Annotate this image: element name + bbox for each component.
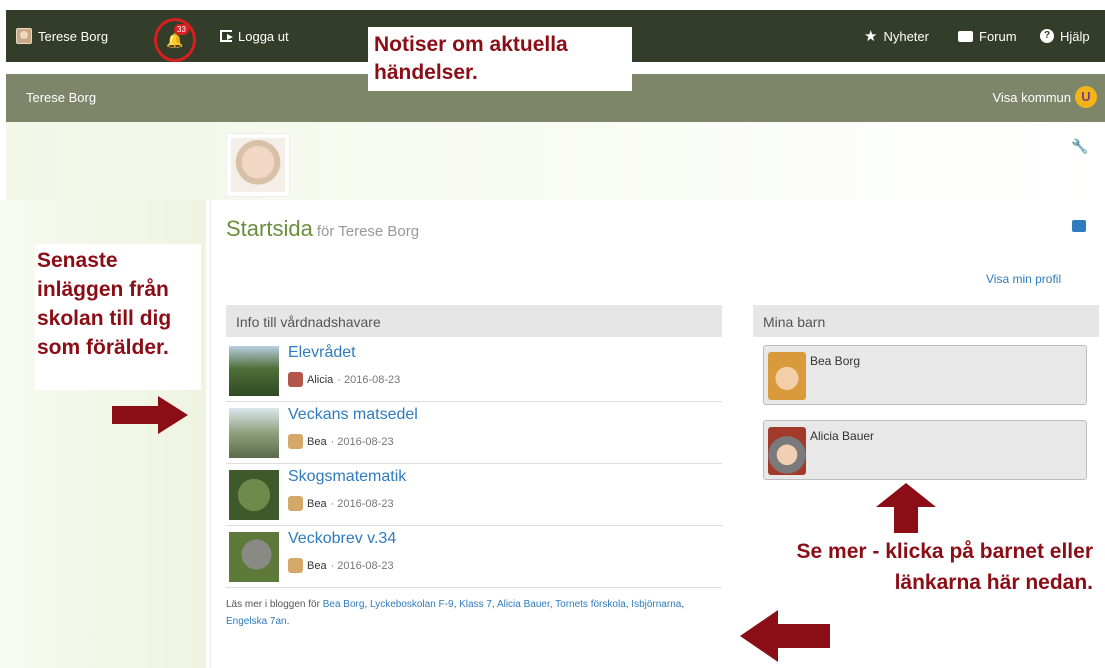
list-item[interactable]: Veckans matsedel Bea · 2016-08-23 xyxy=(226,402,722,464)
post-meta: Bea · 2016-08-23 xyxy=(288,558,394,573)
info-header-label: Info till vårdnadshavare xyxy=(236,314,381,330)
blog-link[interactable]: Klass 7 xyxy=(459,599,492,610)
forum-label: Forum xyxy=(979,28,1017,44)
help-link[interactable]: ? Hjälp xyxy=(1040,10,1090,62)
post-author: Bea xyxy=(307,435,327,448)
notifications-badge: 33 xyxy=(174,24,189,35)
post-title[interactable]: Veckobrev v.34 xyxy=(288,530,396,548)
page-title-for: för Terese Borg xyxy=(316,223,420,240)
blog-link[interactable]: Alicia Bauer xyxy=(497,599,550,610)
child-card[interactable]: Alicia Bauer xyxy=(763,420,1087,480)
post-date: · 2016-08-23 xyxy=(330,435,394,448)
post-date: · 2016-08-23 xyxy=(337,373,401,386)
forum-link[interactable]: Forum xyxy=(958,10,1017,62)
post-title[interactable]: Veckans matsedel xyxy=(288,406,418,424)
read-more-footer: Läs mer i bloggen för Bea Borg, Lyckebos… xyxy=(226,599,685,627)
wrench-icon[interactable]: 🔧 xyxy=(1071,138,1088,155)
info-header: Info till vårdnadshavare xyxy=(226,305,722,337)
post-meta: Bea · 2016-08-23 xyxy=(288,434,394,449)
author-avatar-icon xyxy=(288,496,303,511)
post-title[interactable]: Elevrådet xyxy=(288,344,356,362)
arrow-left-icon xyxy=(740,610,830,662)
star-icon: ★ xyxy=(864,28,878,45)
post-author: Bea xyxy=(307,497,327,510)
divider xyxy=(210,200,211,668)
children-header-label: Mina barn xyxy=(763,314,826,330)
help-label: Hjälp xyxy=(1060,28,1090,44)
show-municipality-link[interactable]: Visa kommun U xyxy=(992,86,1097,108)
blog-link[interactable]: Tornets förskola xyxy=(555,599,626,610)
post-meta: Alicia · 2016-08-23 xyxy=(288,372,400,387)
child-photo xyxy=(768,352,806,400)
author-avatar-icon xyxy=(288,558,303,573)
logout-label: Logga ut xyxy=(238,28,289,44)
post-thumbnail xyxy=(229,470,279,520)
blog-link[interactable]: Engelska 7an xyxy=(226,616,287,627)
post-date: · 2016-08-23 xyxy=(330,559,394,572)
list-item[interactable]: Elevrådet Alicia · 2016-08-23 xyxy=(226,340,722,402)
post-date: · 2016-08-23 xyxy=(330,497,394,510)
annotation-notifications: Notiser om aktuella händelser. xyxy=(368,27,632,91)
print-icon[interactable] xyxy=(1072,220,1086,232)
child-name: Alicia Bauer xyxy=(810,429,875,443)
author-avatar-icon xyxy=(288,372,303,387)
profile-face-image xyxy=(231,138,285,192)
sub-header-title: Terese Borg xyxy=(26,90,97,105)
logout-link[interactable]: Logga ut xyxy=(220,10,289,62)
news-link[interactable]: ★ Nyheter xyxy=(864,10,929,62)
profile-banner xyxy=(6,122,1105,200)
child-card[interactable]: Bea Borg xyxy=(763,345,1087,405)
child-photo xyxy=(768,427,806,475)
post-thumbnail xyxy=(229,408,279,458)
post-thumbnail xyxy=(229,346,279,396)
post-author: Alicia xyxy=(307,373,334,386)
user-name: Terese Borg xyxy=(38,28,109,44)
blog-link[interactable]: Lyckeboskolan F-9 xyxy=(370,599,454,610)
news-label: Nyheter xyxy=(883,28,929,44)
page-title: Startsida för Terese Borg xyxy=(226,216,419,242)
show-profile-link[interactable]: Visa min profil xyxy=(986,272,1061,286)
list-item[interactable]: Skogsmatematik Bea · 2016-08-23 xyxy=(226,464,722,526)
question-icon: ? xyxy=(1040,29,1054,43)
user-avatar-icon xyxy=(16,28,32,44)
profile-photo[interactable] xyxy=(226,133,290,197)
notifications-button[interactable]: 🔔 33 xyxy=(154,18,196,62)
post-thumbnail xyxy=(229,532,279,582)
annotation-latest-posts: Senaste inläggen från skolan till dig so… xyxy=(35,244,201,390)
bell-icon: 🔔 xyxy=(166,32,184,48)
speech-bubble-icon xyxy=(958,30,973,42)
post-meta: Bea · 2016-08-23 xyxy=(288,496,394,511)
arrow-up-icon xyxy=(876,483,936,533)
blog-link[interactable]: Bea Borg xyxy=(323,599,365,610)
children-header: Mina barn xyxy=(753,305,1099,337)
show-municipality-label: Visa kommun xyxy=(992,89,1071,105)
post-title[interactable]: Skogsmatematik xyxy=(288,468,406,486)
arrow-right-icon xyxy=(112,396,188,434)
annotation-see-more: Se mer - klicka på barnet eller länkarna… xyxy=(785,536,1105,602)
read-more-prefix: Läs mer i bloggen för xyxy=(226,599,320,610)
child-name: Bea Borg xyxy=(810,354,861,368)
page-title-text: Startsida xyxy=(226,216,313,241)
user-menu[interactable]: Terese Borg xyxy=(16,10,108,62)
blog-link[interactable]: Isbjörnarna xyxy=(631,599,681,610)
author-avatar-icon xyxy=(288,434,303,449)
municipality-logo-icon: U xyxy=(1075,86,1097,108)
list-item[interactable]: Veckobrev v.34 Bea · 2016-08-23 xyxy=(226,526,722,588)
logout-icon xyxy=(220,30,233,42)
post-author: Bea xyxy=(307,559,327,572)
